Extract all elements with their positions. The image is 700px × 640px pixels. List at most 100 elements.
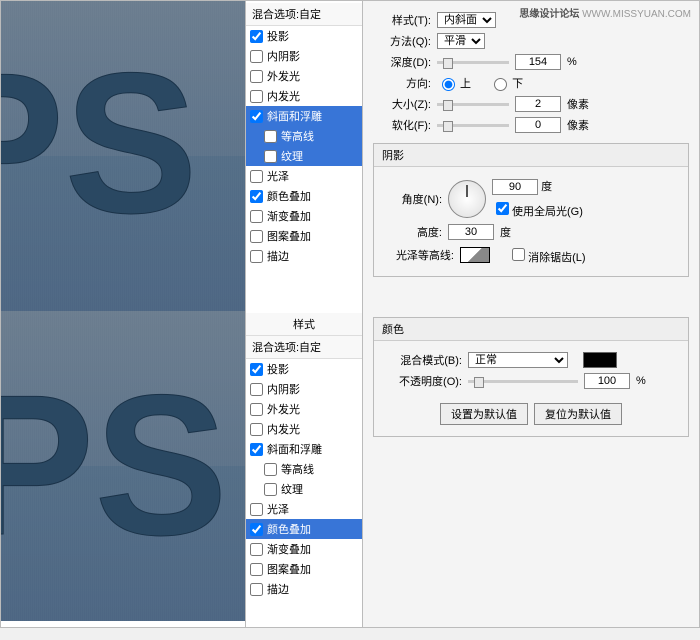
style-item-label: 图案叠加 [267,561,311,577]
style-item-label: 外发光 [267,68,300,84]
style-item-checkbox[interactable] [250,190,263,203]
gloss-contour-swatch[interactable] [460,247,490,263]
soften-input[interactable] [515,117,561,133]
style-item[interactable]: 光泽 [246,166,362,186]
bevel-panel: 思缘设计论坛 WWW.MISSYUAN.COM 样式(T):内斜面 方法(Q):… [363,1,699,311]
depth-slider[interactable] [437,61,509,64]
technique-select[interactable]: 平滑 [437,33,485,49]
shading-title: 阴影 [374,144,688,167]
opacity-label: 不透明度(O): [384,373,462,389]
style-item-label: 内发光 [267,88,300,104]
style-item[interactable]: 斜面和浮雕 [246,439,362,459]
depth-input[interactable] [515,54,561,70]
global-light-checkbox[interactable]: 使用全局光(G) [492,206,583,218]
style-item[interactable]: 描边 [246,246,362,266]
blend-header-2: 混合选项:自定 [246,336,362,359]
style-item[interactable]: 渐变叠加 [246,539,362,559]
style-item-label: 投影 [267,28,289,44]
color-section-title: 颜色 [374,318,688,341]
depth-label: 深度(D): [373,54,431,70]
style-item-checkbox[interactable] [250,210,263,223]
style-item-checkbox[interactable] [250,170,263,183]
style-item-label: 内阴影 [267,381,300,397]
style-item[interactable]: 内阴影 [246,379,362,399]
style-item-checkbox[interactable] [250,230,263,243]
style-item-checkbox[interactable] [250,30,263,43]
style-item-label: 斜面和浮雕 [267,441,322,457]
style-item-label: 描边 [267,248,289,264]
style-item-checkbox[interactable] [250,383,263,396]
angle-dial[interactable] [448,180,486,218]
style-item-checkbox[interactable] [250,110,263,123]
style-item[interactable]: 投影 [246,359,362,379]
style-item-label: 纹理 [281,481,303,497]
style-item[interactable]: 纹理 [246,479,362,499]
style-item[interactable]: 颜色叠加 [246,186,362,206]
blend-header: 混合选项:自定 [246,3,362,26]
style-item-checkbox[interactable] [250,363,263,376]
style-item-checkbox[interactable] [250,543,263,556]
direction-up[interactable]: 上 [437,75,471,91]
style-item[interactable]: 描边 [246,579,362,599]
style-item[interactable]: 渐变叠加 [246,206,362,226]
style-item-label: 内阴影 [267,48,300,64]
style-item-checkbox[interactable] [264,130,277,143]
style-item[interactable]: 图案叠加 [246,559,362,579]
altitude-label: 高度: [384,224,442,240]
style-item-checkbox[interactable] [250,563,263,576]
style-item-checkbox[interactable] [250,250,263,263]
style-item[interactable]: 投影 [246,26,362,46]
style-item-label: 投影 [267,361,289,377]
style-item[interactable]: 内阴影 [246,46,362,66]
style-item-checkbox[interactable] [250,423,263,436]
antialias-checkbox[interactable]: 消除锯齿(L) [508,245,585,265]
style-item-checkbox[interactable] [250,50,263,63]
style-item[interactable]: 等高线 [246,126,362,146]
soften-slider[interactable] [437,124,509,127]
style-item[interactable]: 斜面和浮雕 [246,106,362,126]
style-item-checkbox[interactable] [250,503,263,516]
style-item-checkbox[interactable] [264,150,277,163]
style-item-checkbox[interactable] [250,403,263,416]
style-item[interactable]: 光泽 [246,499,362,519]
style-item-checkbox[interactable] [250,583,263,596]
style-item-label: 光泽 [267,501,289,517]
style-item-checkbox[interactable] [250,70,263,83]
style-item[interactable]: 纹理 [246,146,362,166]
style-item-label: 等高线 [281,128,314,144]
reset-default-button[interactable]: 复位为默认值 [534,403,622,425]
blendmode-select[interactable]: 正常 [468,352,568,368]
style-item[interactable]: 内发光 [246,419,362,439]
size-label: 大小(Z): [373,96,431,112]
style-item-checkbox[interactable] [250,90,263,103]
style-item-label: 颜色叠加 [267,521,311,537]
style-item-checkbox[interactable] [250,443,263,456]
overlay-color-swatch[interactable] [583,352,617,368]
style-select[interactable]: 内斜面 [437,12,496,28]
set-default-button[interactable]: 设置为默认值 [440,403,528,425]
style-item[interactable]: 内发光 [246,86,362,106]
style-item[interactable]: 颜色叠加 [246,519,362,539]
soften-label: 软化(F): [373,117,431,133]
style-item-label: 图案叠加 [267,228,311,244]
preview-top: PS [1,1,245,311]
style-item-checkbox[interactable] [250,523,263,536]
style-item-label: 内发光 [267,421,300,437]
opacity-slider[interactable] [468,380,578,383]
size-slider[interactable] [437,103,509,106]
style-item[interactable]: 外发光 [246,399,362,419]
style-item-label: 外发光 [267,401,300,417]
preview-bottom: PS [1,311,245,621]
size-input[interactable] [515,96,561,112]
angle-input[interactable] [492,179,538,195]
opacity-input[interactable] [584,373,630,389]
style-item-checkbox[interactable] [264,483,277,496]
style-item-label: 等高线 [281,461,314,477]
direction-down[interactable]: 下 [489,75,523,91]
style-list-1: 混合选项:自定 投影内阴影外发光内发光斜面和浮雕等高线纹理光泽颜色叠加渐变叠加图… [245,1,363,311]
style-item[interactable]: 等高线 [246,459,362,479]
altitude-input[interactable] [448,224,494,240]
style-item[interactable]: 图案叠加 [246,226,362,246]
style-item[interactable]: 外发光 [246,66,362,86]
style-item-checkbox[interactable] [264,463,277,476]
